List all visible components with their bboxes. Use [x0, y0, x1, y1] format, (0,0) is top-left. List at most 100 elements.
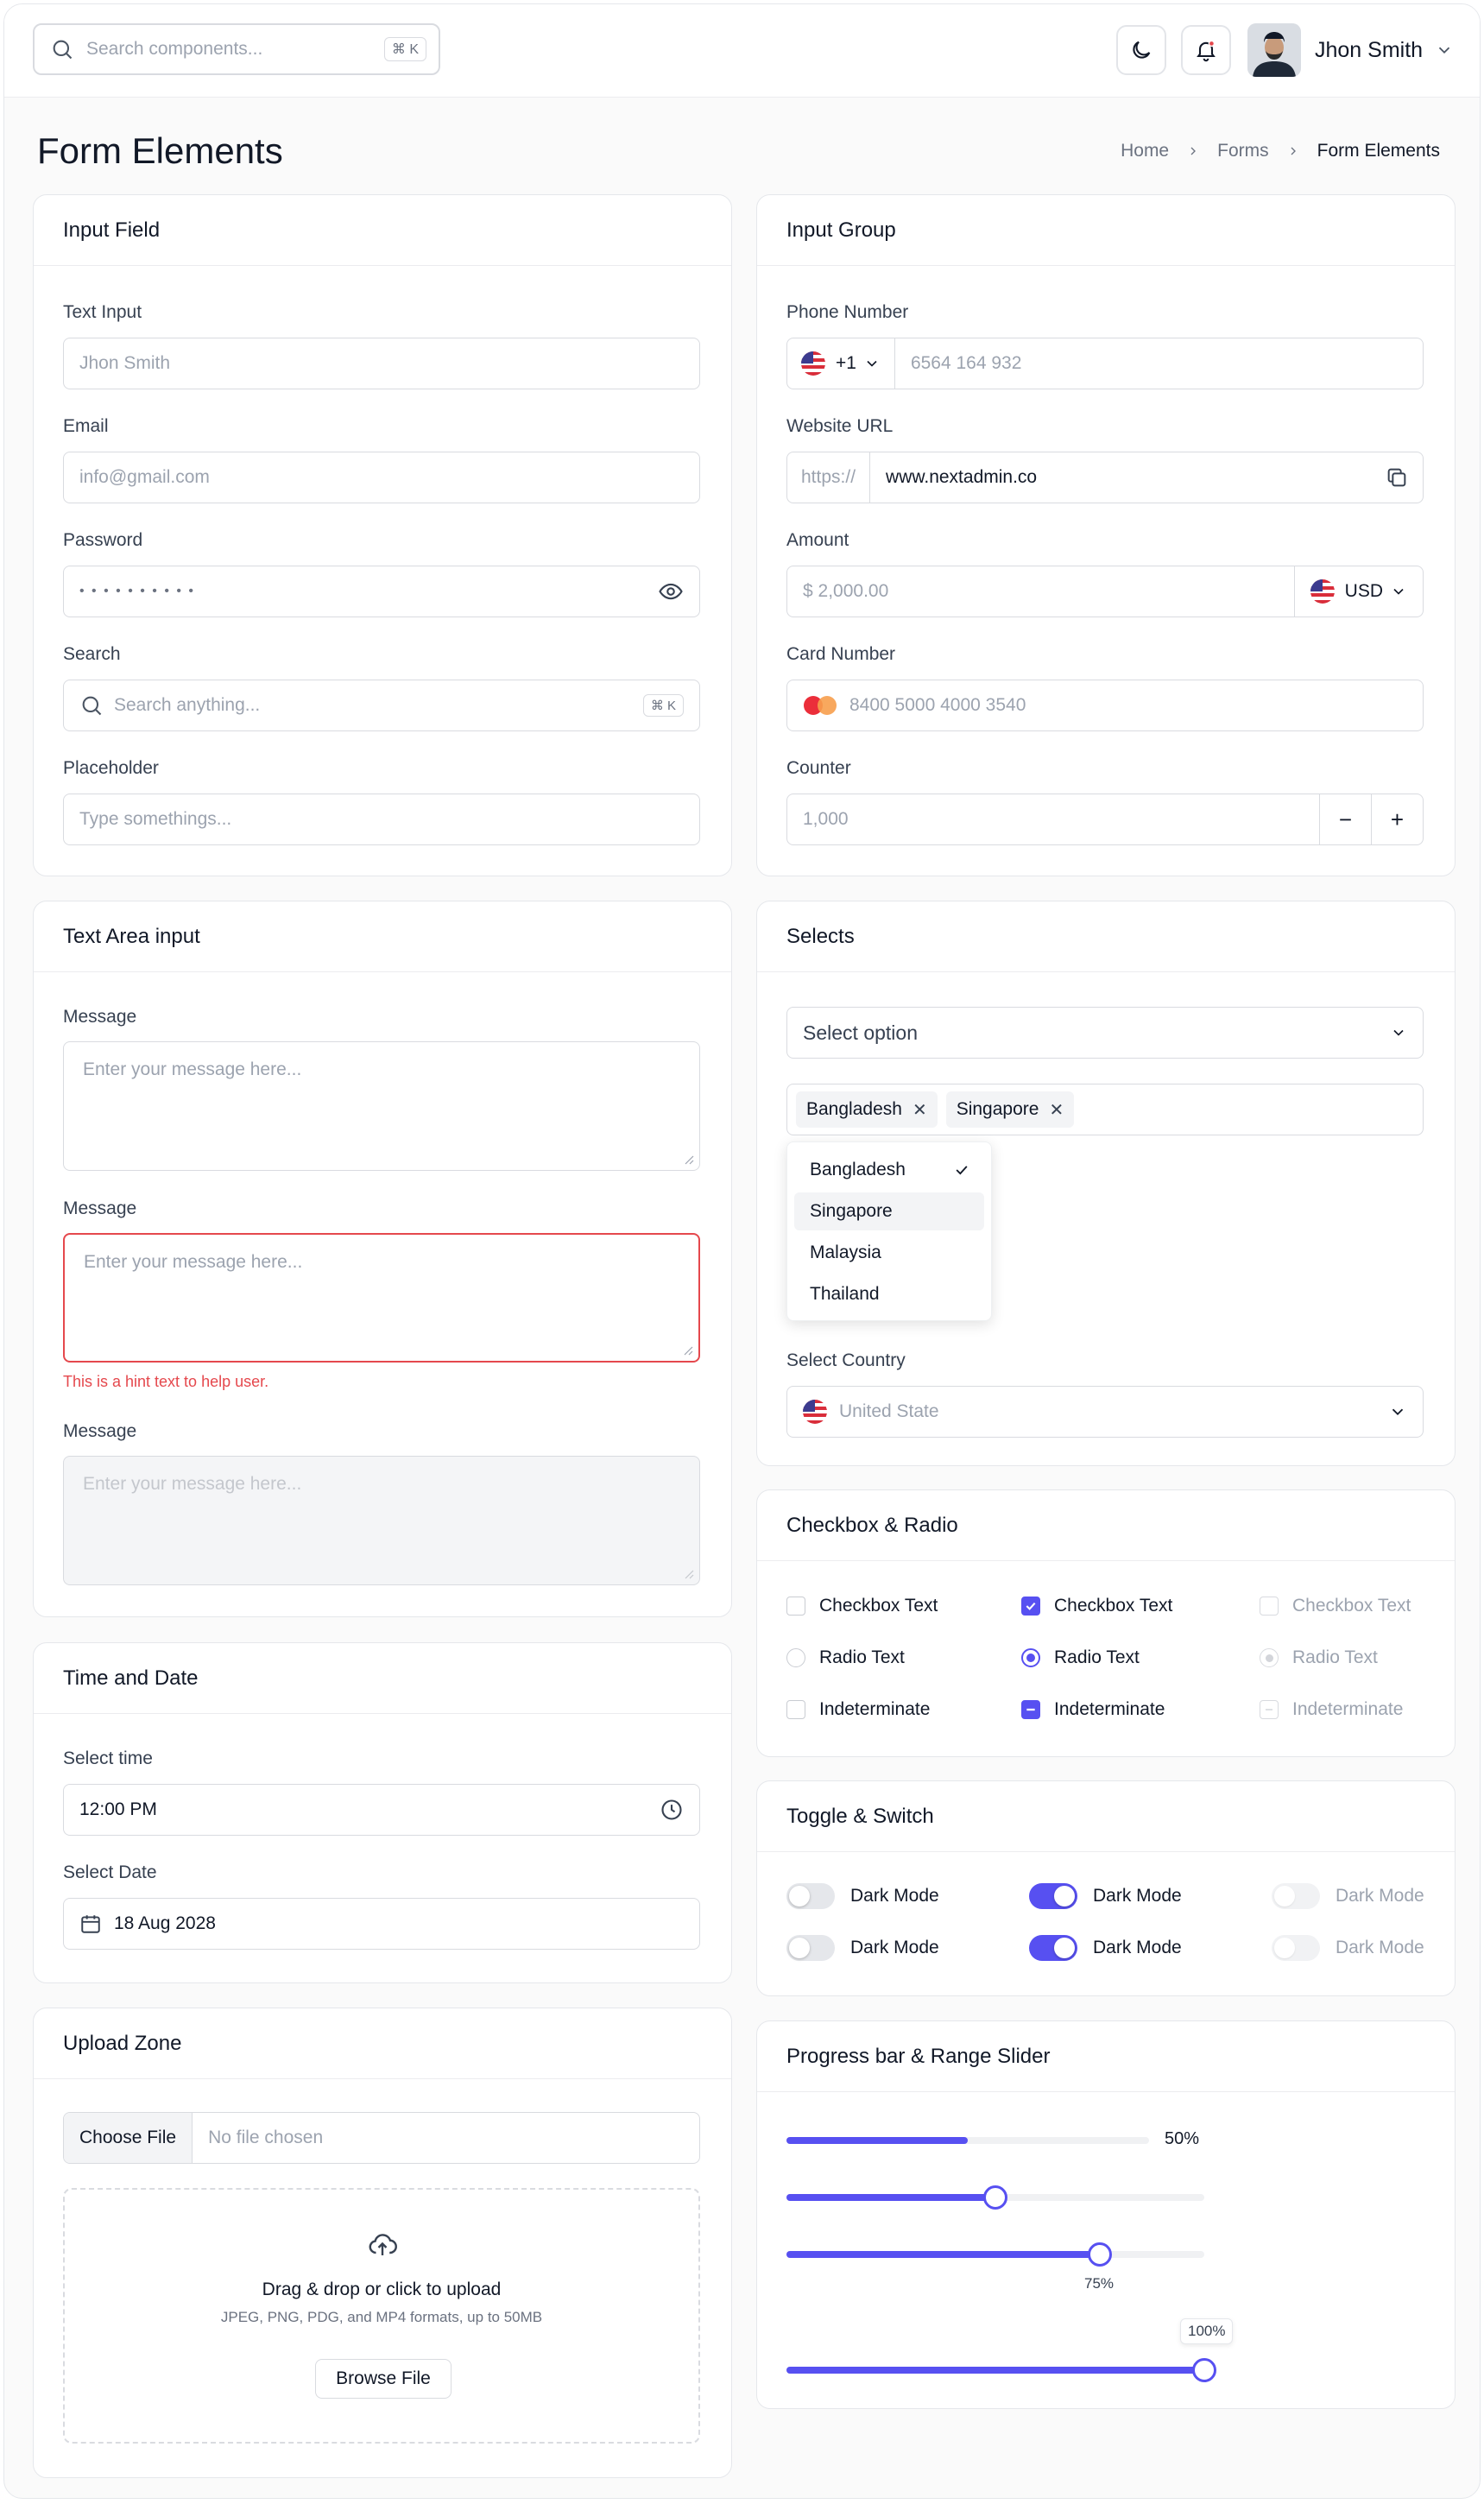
chevron-down-icon — [1393, 588, 1404, 595]
toggle-label: Dark Mode — [850, 1938, 939, 1957]
radio[interactable] — [786, 1648, 805, 1667]
option-label: Malaysia — [810, 1243, 881, 1262]
toggle-on[interactable]: Dark Mode — [1029, 1935, 1182, 1961]
close-icon[interactable]: ✕ — [1049, 1099, 1064, 1121]
checkbox[interactable] — [1021, 1597, 1040, 1616]
message-placeholder: Enter your message here... — [84, 1252, 303, 1272]
range-slider-3[interactable]: 100% — [786, 2318, 1234, 2382]
toggle-off[interactable]: Dark Mode — [786, 1883, 939, 1909]
website-field[interactable]: www.nextadmin.co — [870, 452, 1423, 503]
checkbox[interactable] — [786, 1597, 805, 1616]
radio-checked[interactable]: Radio Text — [1021, 1647, 1140, 1668]
toggle-switch[interactable] — [1029, 1935, 1077, 1961]
checkbox-label: Checkbox Text — [1054, 1596, 1173, 1616]
option-malaysia[interactable]: Malaysia — [794, 1234, 984, 1272]
message-textarea-disabled: Enter your message here... — [63, 1456, 700, 1585]
minus-icon — [1026, 1708, 1035, 1711]
breadcrumb-forms[interactable]: Forms — [1217, 141, 1269, 161]
checkbox-unchecked[interactable]: Checkbox Text — [786, 1596, 938, 1616]
drop-zone[interactable]: Drag & drop or click to upload JPEG, PNG… — [63, 2188, 700, 2444]
message-textarea-error[interactable]: Enter your message here... — [63, 1233, 700, 1363]
toggle-switch[interactable] — [786, 1935, 835, 1961]
close-icon[interactable]: ✕ — [913, 1099, 927, 1121]
search-label: Search — [63, 644, 121, 664]
card-title: Time and Date — [34, 1643, 731, 1714]
toggle-disabled: Dark Mode — [1272, 1883, 1424, 1909]
theme-toggle-button[interactable] — [1116, 25, 1166, 75]
slider-thumb[interactable] — [1088, 2242, 1112, 2267]
text-input[interactable]: Jhon Smith — [63, 338, 700, 389]
multi-select[interactable]: Bangladesh ✕ Singapore ✕ — [786, 1084, 1424, 1135]
currency-code: USD — [1344, 581, 1383, 601]
message-textarea[interactable]: Enter your message here... — [63, 1041, 700, 1171]
text-input-label: Text Input — [63, 302, 142, 322]
file-input[interactable]: Choose File No file chosen — [63, 2112, 700, 2164]
progress-slider-card: Progress bar & Range Slider 50% 75% 100% — [756, 2020, 1456, 2409]
user-menu[interactable]: Jhon Smith — [1247, 23, 1454, 77]
toggle-switch[interactable] — [1029, 1883, 1077, 1909]
indeterminate-checked[interactable]: Indeterminate — [1021, 1699, 1165, 1720]
website-input-group: https:// www.nextadmin.co — [786, 452, 1424, 503]
indeterminate-unchecked[interactable]: Indeterminate — [786, 1699, 930, 1720]
card-title: Checkbox & Radio — [757, 1490, 1455, 1561]
option-bangladesh[interactable]: Bangladesh — [794, 1151, 984, 1189]
currency-select[interactable]: USD — [1293, 566, 1423, 617]
toggle-off[interactable]: Dark Mode — [786, 1935, 939, 1961]
browse-file-button[interactable]: Browse File — [315, 2359, 452, 2399]
checkbox[interactable] — [1021, 1700, 1040, 1719]
search-input[interactable]: Search anything... ⌘ K — [63, 680, 700, 731]
breadcrumb-home[interactable]: Home — [1121, 141, 1169, 161]
increment-button[interactable]: + — [1371, 794, 1423, 844]
toggle-label: Dark Mode — [1093, 1938, 1182, 1957]
country-code-select[interactable]: +1 — [787, 338, 895, 389]
toggle-switch-card: Toggle & Switch Dark Mode Dark Mode Dark… — [756, 1780, 1456, 1996]
checkbox-checked[interactable]: Checkbox Text — [1021, 1596, 1172, 1616]
phone-number-field[interactable]: 6564 164 932 — [895, 338, 1423, 389]
calendar-icon — [81, 1915, 100, 1933]
resize-handle-icon[interactable] — [682, 1153, 694, 1165]
country-select[interactable]: United State — [786, 1386, 1424, 1438]
website-label: Website URL — [786, 416, 894, 436]
counter-field[interactable]: 1,000 — [787, 794, 1319, 844]
date-label: Select Date — [63, 1862, 157, 1882]
email-field[interactable]: info@gmail.com — [63, 452, 700, 503]
toggle-switch[interactable] — [786, 1883, 835, 1909]
progress-label: 50% — [1165, 2129, 1200, 2148]
range-slider-1[interactable] — [786, 2185, 1204, 2210]
slider-thumb[interactable] — [983, 2185, 1007, 2210]
text-input-placeholder: Jhon Smith — [79, 353, 171, 373]
us-flag-icon — [803, 1400, 827, 1424]
search-placeholder: Search anything... — [114, 695, 261, 715]
card-number-placeholder: 8400 5000 4000 3540 — [849, 695, 1026, 715]
card-number-field[interactable]: 8400 5000 4000 3540 — [786, 680, 1424, 731]
toggle-on[interactable]: Dark Mode — [1029, 1883, 1182, 1909]
option-select[interactable]: Select option — [786, 1007, 1424, 1059]
checkbox[interactable] — [786, 1700, 805, 1719]
resize-handle-icon[interactable] — [681, 1344, 693, 1356]
checkbox — [1260, 1597, 1279, 1616]
radio-label: Radio Text — [1292, 1647, 1378, 1667]
moon-icon — [1133, 41, 1151, 59]
password-field[interactable]: • • • • • • • • • • — [63, 566, 700, 617]
option-singapore[interactable]: Singapore — [794, 1192, 984, 1230]
time-value: 12:00 PM — [79, 1799, 157, 1819]
copy-icon[interactable] — [1385, 465, 1409, 490]
global-search[interactable]: Search components... ⌘ K — [33, 23, 440, 75]
checkbox-radio-card: Checkbox & Radio Checkbox Text Checkbox … — [756, 1489, 1456, 1757]
placeholder-input[interactable]: Type somethings... — [63, 794, 700, 845]
date-picker[interactable]: 18 Aug 2028 — [63, 1898, 700, 1950]
time-picker[interactable]: 12:00 PM — [63, 1784, 700, 1836]
toggle-label: Dark Mode — [1336, 1938, 1424, 1957]
radio[interactable] — [1021, 1648, 1040, 1667]
amount-field[interactable]: $ 2,000.00 — [787, 566, 1294, 617]
decrement-button[interactable]: − — [1319, 794, 1371, 844]
option-thailand[interactable]: Thailand — [794, 1275, 984, 1313]
slider-thumb[interactable] — [1192, 2358, 1216, 2382]
eye-icon[interactable] — [658, 579, 684, 604]
chevron-down-icon — [1392, 1408, 1404, 1416]
radio-unchecked[interactable]: Radio Text — [786, 1647, 905, 1668]
notification-button[interactable] — [1181, 25, 1231, 75]
choose-file-button[interactable]: Choose File — [64, 2113, 193, 2163]
range-slider-2[interactable]: 75% — [786, 2242, 1204, 2292]
check-icon — [1026, 1602, 1036, 1610]
